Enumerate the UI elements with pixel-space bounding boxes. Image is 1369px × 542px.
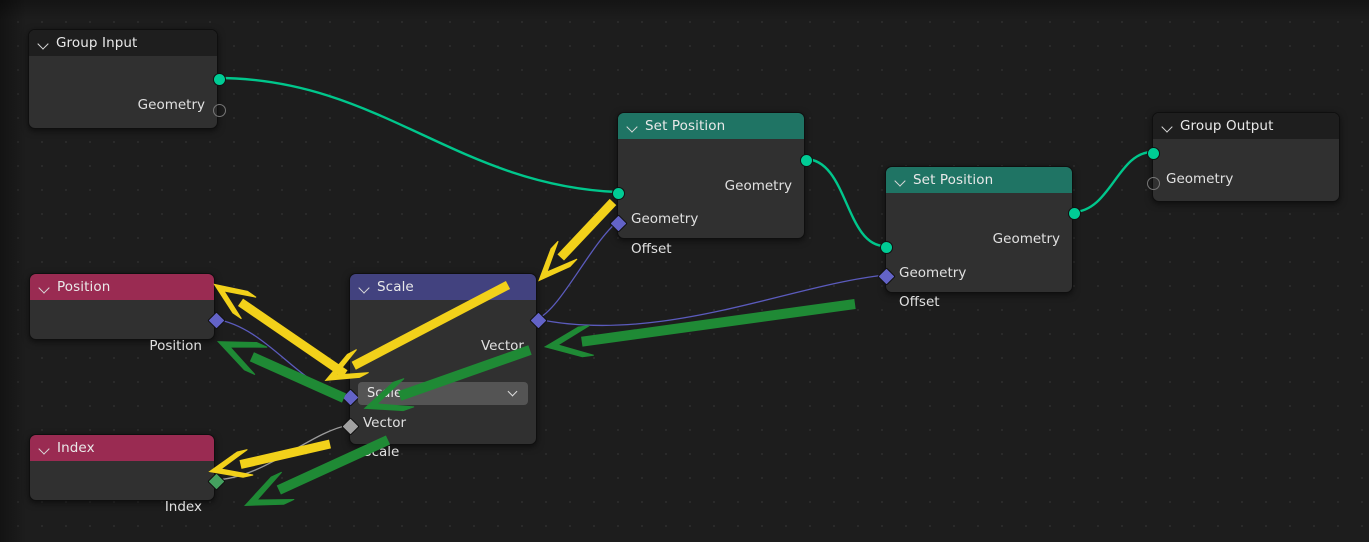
annotation-arrows-layer: [208, 198, 856, 506]
green-arrow-right-to-scale-vector-output: [543, 299, 856, 358]
yellow-arrow-offset-to-scale-output: [538, 198, 617, 282]
yellow-arrow-scale-input-to-position-output: [213, 283, 348, 378]
node-editor-canvas[interactable]: Group Input Geometry Set Position Geometry G…: [0, 0, 1369, 542]
green-arrow-scale-input-to-position: [216, 341, 347, 403]
green-arrow-scale-body-to-vector-input: [363, 345, 532, 412]
